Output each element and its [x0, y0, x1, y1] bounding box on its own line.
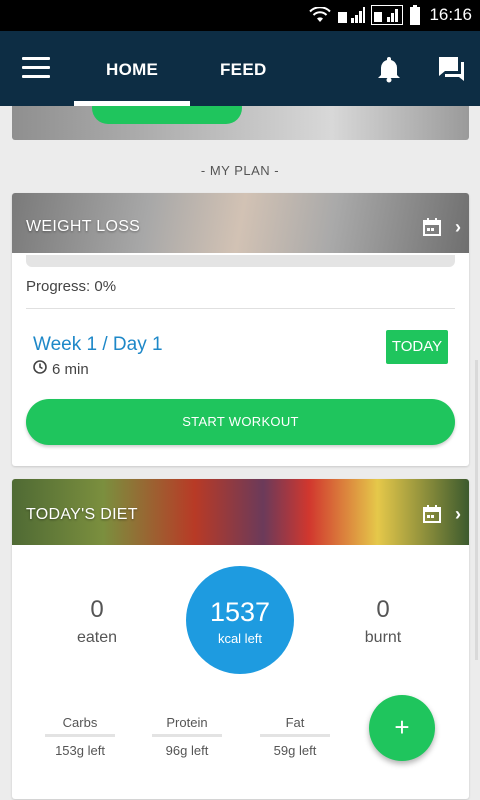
- signal-icon: [337, 6, 366, 24]
- progress-bar: [26, 255, 455, 267]
- clock-icon: [33, 360, 47, 378]
- calendar-icon[interactable]: [423, 218, 441, 241]
- menu-icon[interactable]: [22, 57, 50, 79]
- macro-left: 153g left: [55, 743, 105, 758]
- macro-bar: [152, 734, 222, 737]
- kcal-left-value: 1537: [209, 597, 271, 627]
- chat-icon[interactable]: [436, 55, 466, 88]
- macro-fat: Fat 59g left: [260, 715, 330, 758]
- kcal-left-label: kcal left: [217, 631, 263, 646]
- tab-feed[interactable]: FEED: [220, 60, 267, 80]
- battery-icon: [409, 5, 421, 25]
- calendar-icon[interactable]: [423, 505, 441, 528]
- eaten-value: 0: [90, 596, 104, 623]
- duration-text: 6 min: [52, 360, 89, 378]
- kcal-left-circle[interactable]: 1537 kcal left: [186, 566, 294, 674]
- chevron-right-icon[interactable]: ›: [455, 217, 461, 238]
- add-food-button[interactable]: +: [369, 695, 435, 761]
- weight-loss-header[interactable]: WEIGHT LOSS ›: [12, 193, 469, 253]
- eaten-label: eaten: [76, 629, 118, 646]
- divider: [26, 308, 455, 309]
- diet-header[interactable]: TODAY'S DIET ›: [12, 479, 469, 545]
- featured-card-button[interactable]: [92, 106, 242, 124]
- signal-2-icon: [371, 5, 404, 25]
- burnt-value: 0: [376, 596, 390, 623]
- macro-name: Fat: [285, 715, 305, 730]
- diet-title: TODAY'S DIET: [26, 506, 138, 523]
- macro-name: Carbs: [62, 715, 98, 730]
- featured-card-partial: [12, 106, 469, 140]
- burnt-label: burnt: [364, 629, 402, 646]
- bell-icon[interactable]: [375, 55, 403, 88]
- macro-left: 59g left: [273, 743, 317, 758]
- macro-name: Protein: [166, 715, 208, 730]
- macro-protein: Protein 96g left: [152, 715, 222, 758]
- macro-bar: [45, 734, 115, 737]
- macro-bar: [260, 734, 330, 737]
- weight-loss-title: WEIGHT LOSS: [26, 218, 141, 235]
- my-plan-label: - MY PLAN -: [200, 163, 280, 178]
- chevron-right-icon[interactable]: ›: [455, 504, 461, 525]
- app-bar: HOME FEED: [0, 31, 480, 106]
- macro-carbs: Carbs 153g left: [45, 715, 115, 758]
- scrollbar[interactable]: [475, 360, 478, 660]
- progress-label: Progress: 0%: [26, 278, 117, 295]
- tab-home[interactable]: HOME: [106, 60, 158, 80]
- week-day-label[interactable]: Week 1 / Day 1: [33, 334, 163, 356]
- status-bar: 16:16: [0, 0, 480, 31]
- weight-loss-card: WEIGHT LOSS › Progress: 0% Week 1 / Day …: [12, 193, 469, 466]
- workout-duration: 6 min: [33, 360, 89, 378]
- wifi-icon: [309, 7, 332, 23]
- today-badge: TODAY: [386, 330, 448, 364]
- macro-left: 96g left: [165, 743, 209, 758]
- status-time: 16:16: [429, 5, 472, 24]
- start-workout-button[interactable]: START WORKOUT: [26, 399, 455, 445]
